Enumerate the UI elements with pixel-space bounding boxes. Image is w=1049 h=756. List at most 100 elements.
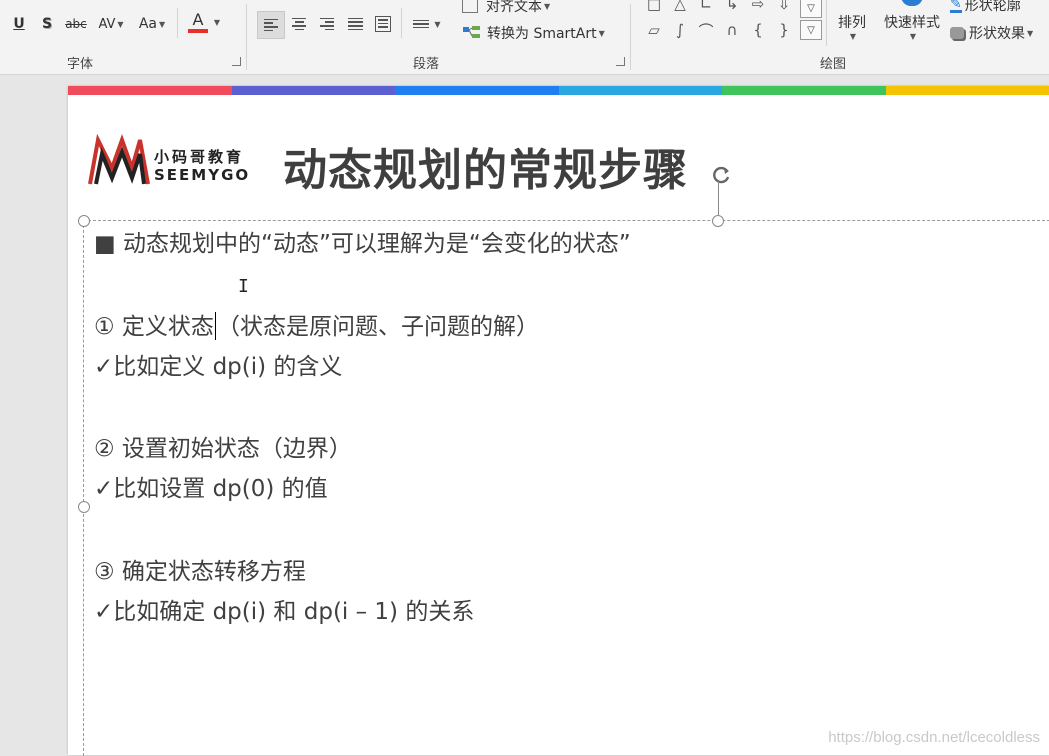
ibeam-cursor-icon: I xyxy=(238,276,249,297)
arrange-button[interactable]: 排列 ▼ xyxy=(830,6,874,46)
arc-shape-icon[interactable]: ⌒ xyxy=(695,20,717,40)
distributed-button[interactable] xyxy=(371,12,395,36)
freeform-shape-icon[interactable]: ∫ xyxy=(669,20,691,40)
chevron-down-icon: ▼ xyxy=(599,29,605,38)
triangle-shape-icon[interactable]: △ xyxy=(669,0,691,14)
paragraph-group-label: 段落 xyxy=(413,53,439,72)
logo-chinese-text: 小码哥教育 xyxy=(154,146,244,167)
align-center-icon xyxy=(292,18,306,30)
logo-english-text: SEEMYGO xyxy=(154,166,250,184)
chevron-down-icon: ▼ xyxy=(159,20,165,29)
chevron-down-icon: ▼ xyxy=(850,32,856,41)
l-shape-icon[interactable]: ∟ xyxy=(695,0,717,14)
rectangle-shape-icon[interactable]: □ xyxy=(643,0,665,14)
curve-shape-icon[interactable]: ∩ xyxy=(721,20,743,40)
shape-effects-button[interactable]: 形状效果▼ xyxy=(950,21,1049,45)
chevron-down-icon: ▼ xyxy=(544,2,550,11)
color-bar-segment xyxy=(722,86,886,95)
separator xyxy=(177,8,178,38)
chevron-down-icon: ▼ xyxy=(214,18,220,27)
align-right-icon xyxy=(320,18,334,30)
justify-icon xyxy=(348,18,363,30)
separator xyxy=(630,4,631,70)
font-color-label: A xyxy=(192,12,203,28)
rotate-connector xyxy=(718,181,719,215)
quick-styles-icon xyxy=(901,0,923,6)
color-bar-segment xyxy=(886,86,1049,95)
seemygo-logo: 小码哥教育 SEEMYGO xyxy=(88,134,258,188)
color-bar-segment xyxy=(395,86,559,95)
font-dialog-launcher-icon[interactable] xyxy=(232,57,241,66)
font-color-button[interactable]: A ▼ xyxy=(184,10,224,34)
step-3-line: ③ 确定状态转移方程 xyxy=(94,552,306,586)
separator xyxy=(826,0,827,46)
bullet-line-intro: ■ 动态规划中的“动态”可以理解为是“会变化的状态” xyxy=(94,224,631,258)
shape-effects-label: 形状效果 xyxy=(969,23,1025,43)
align-text-label: 对齐文本 xyxy=(486,0,542,16)
right-arrow-shape-icon[interactable]: ⇨ xyxy=(747,0,769,14)
step-1-heading: ① 定义状态 xyxy=(94,314,214,340)
align-left-button[interactable] xyxy=(257,11,285,39)
underline-button[interactable]: U xyxy=(8,12,30,36)
rotate-handle-icon[interactable] xyxy=(710,164,732,186)
slide-title[interactable]: 动态规划的常规步骤 xyxy=(283,134,688,198)
slide-color-bar xyxy=(68,86,1049,95)
down-arrow-shape-icon[interactable]: ⇩ xyxy=(773,0,795,14)
change-case-button[interactable]: Aa▼ xyxy=(134,12,170,36)
step-2-line: ② 设置初始状态（边界） xyxy=(94,429,352,463)
chevron-down-icon: ▼ xyxy=(434,20,440,29)
resize-handle-top-left[interactable] xyxy=(78,215,90,227)
step-1-line: ① 定义状态（状态是原问题、子问题的解） xyxy=(94,307,539,341)
strikethrough-button[interactable]: abc xyxy=(62,12,90,36)
color-bar-segment xyxy=(559,86,723,95)
color-bar-segment xyxy=(68,86,232,95)
distributed-icon xyxy=(375,16,391,32)
character-spacing-button[interactable]: AV▼ xyxy=(94,12,128,36)
ribbon: U S abc AV▼ Aa▼ A ▼ 字体 xyxy=(0,0,1049,75)
content-textbox[interactable]: ■ 动态规划中的“动态”可以理解为是“会变化的状态” ① 定义状态（状态是原问题… xyxy=(83,220,1049,756)
smartart-icon xyxy=(462,25,482,41)
align-left-icon xyxy=(264,19,278,31)
chevron-down-icon: ▼ xyxy=(1027,29,1033,38)
align-text-button[interactable]: 对齐文本▼ xyxy=(462,0,562,18)
step-1-note: （状态是原问题、子问题的解） xyxy=(217,314,539,340)
resize-handle-top-middle[interactable] xyxy=(712,215,724,227)
watermark: https://blog.csdn.net/lcecoldless xyxy=(828,729,1040,746)
text-cursor xyxy=(215,312,216,340)
logo-mark-icon xyxy=(88,134,150,188)
gallery-more-icon[interactable]: ▽ xyxy=(800,20,822,40)
font-color-swatch xyxy=(188,29,208,33)
convert-to-smartart-label: 转换为 SmartArt xyxy=(487,23,597,43)
arrange-label: 排列 xyxy=(838,12,866,32)
paragraph-dialog-launcher-icon[interactable] xyxy=(616,57,625,66)
align-right-button[interactable] xyxy=(315,12,339,36)
character-spacing-label: AV xyxy=(98,17,115,32)
separator xyxy=(401,8,402,38)
right-brace-shape-icon[interactable]: } xyxy=(773,20,795,40)
color-bar-segment xyxy=(232,86,396,95)
quick-styles-button[interactable]: 快速样式 ▼ xyxy=(878,6,946,46)
pen-icon: ✎ xyxy=(950,0,962,13)
elbow-arrow-shape-icon[interactable]: ↳ xyxy=(721,0,743,14)
change-case-label: Aa xyxy=(139,16,157,32)
shape-outline-button[interactable]: ✎ 形状轮廓 xyxy=(950,0,1049,17)
justify-button[interactable] xyxy=(343,12,367,36)
left-brace-shape-icon[interactable]: { xyxy=(747,20,769,40)
align-center-button[interactable] xyxy=(287,12,311,36)
text-shadow-button[interactable]: S xyxy=(36,12,58,36)
chevron-down-icon: ▼ xyxy=(117,20,123,29)
gallery-scroll-up-icon[interactable]: ▽ xyxy=(800,0,822,18)
align-text-icon xyxy=(462,0,478,13)
separator xyxy=(246,4,247,70)
drawing-group-label: 绘图 xyxy=(820,53,846,72)
columns-button[interactable]: ▼ xyxy=(407,12,447,36)
step-1-example: ✓比如定义 dp(i) 的含义 xyxy=(94,347,342,381)
snip-rectangle-shape-icon[interactable]: ▱ xyxy=(643,20,665,40)
slide-canvas[interactable]: 小码哥教育 SEEMYGO 动态规划的常规步骤 ■ 动态规划中的“动态”可以理解… xyxy=(68,86,1049,755)
step-3-example: ✓比如确定 dp(i) 和 dp(i – 1) 的关系 xyxy=(94,592,474,626)
columns-icon xyxy=(413,20,429,29)
step-2-example: ✓比如设置 dp(0) 的值 xyxy=(94,469,328,503)
convert-to-smartart-button[interactable]: 转换为 SmartArt▼ xyxy=(462,21,616,45)
quick-styles-label: 快速样式 xyxy=(884,12,940,32)
resize-handle-middle-left[interactable] xyxy=(78,501,90,513)
